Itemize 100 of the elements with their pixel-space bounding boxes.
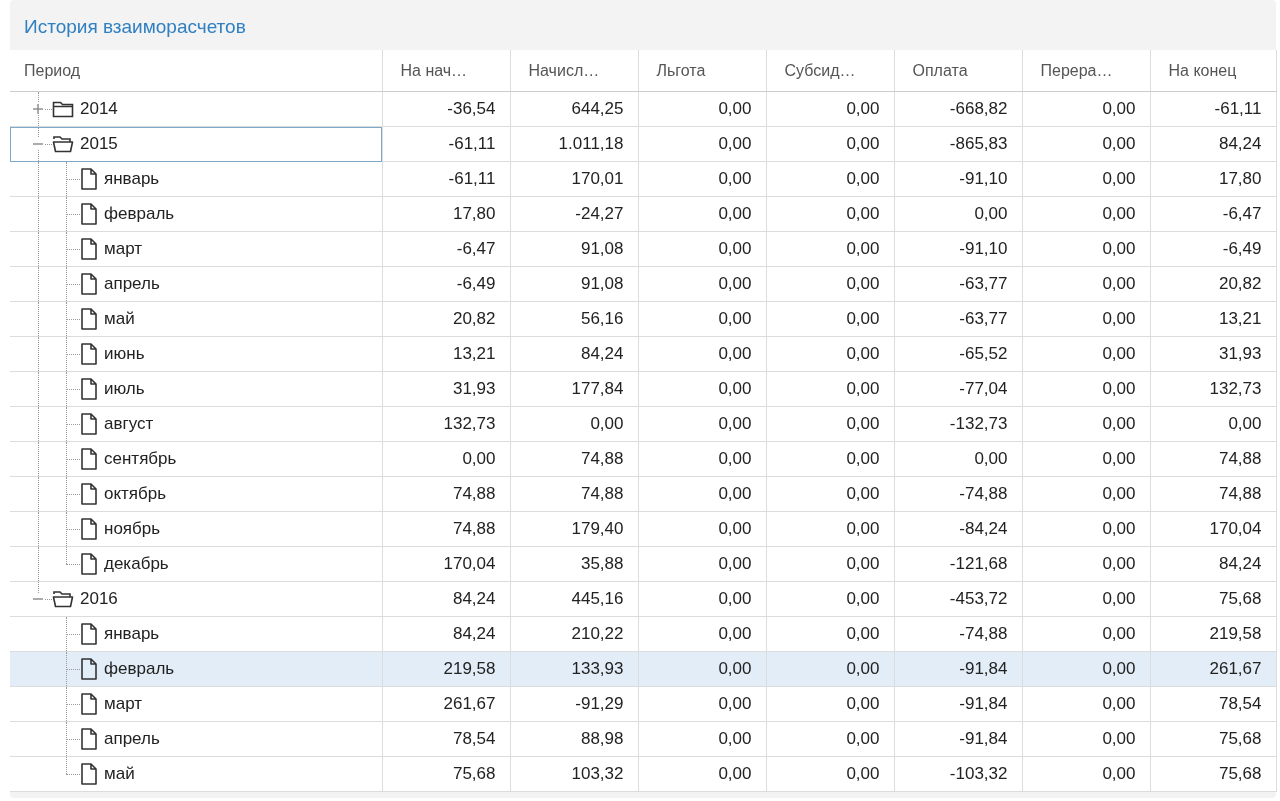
column-header[interactable]: На нач… xyxy=(382,50,510,92)
tree-cell[interactable]: 2014 xyxy=(10,91,382,127)
table-cell: 0,00 xyxy=(638,511,766,547)
tree-cell[interactable]: февраль xyxy=(10,651,382,687)
table-cell: 0,00 xyxy=(766,301,894,337)
tree-cell[interactable]: сентябрь xyxy=(10,441,382,477)
table-cell: 75,68 xyxy=(1150,756,1276,792)
table-row[interactable]: январь -61,11 170,01 0,00 0,00 -91,10 0,00 17,80 xyxy=(10,161,1276,197)
table-cell: -6,47 xyxy=(1150,196,1276,232)
table-cell: 0,00 xyxy=(1022,581,1150,617)
table-cell: 132,73 xyxy=(1150,371,1276,407)
table-cell: -74,88 xyxy=(894,616,1022,652)
table-cell: -91,29 xyxy=(510,686,638,722)
table-row[interactable]: июнь 13,21 84,24 0,00 0,00 -65,52 0,00 31,93 xyxy=(10,336,1276,372)
table-row[interactable]: январь 84,24 210,22 0,00 0,00 -74,88 0,00 219,58 xyxy=(10,616,1276,652)
table-row[interactable]: 2016 84,24 445,16 0,00 0,00 -453,72 0,00 75,68 xyxy=(10,581,1276,617)
column-header[interactable]: На конец xyxy=(1150,50,1276,92)
table-row[interactable]: 2015 -61,11 1.011,18 0,00 0,00 -865,83 0,00 84,24 xyxy=(10,126,1276,162)
tree-cell[interactable]: апрель xyxy=(10,266,382,302)
tree-cell[interactable]: ноябрь xyxy=(10,511,382,547)
document-icon xyxy=(80,308,98,330)
tree-cell[interactable]: март xyxy=(10,231,382,267)
tree-cell[interactable]: июнь xyxy=(10,336,382,372)
table-cell: -91,84 xyxy=(894,651,1022,687)
tree-cell[interactable]: декабрь xyxy=(10,546,382,582)
table-cell: -84,24 xyxy=(894,511,1022,547)
table-cell: -668,82 xyxy=(894,91,1022,127)
table-cell: 31,93 xyxy=(382,371,510,407)
table-cell: -91,84 xyxy=(894,686,1022,722)
table-row[interactable]: март -6,47 91,08 0,00 0,00 -91,10 0,00 -6,49 xyxy=(10,231,1276,267)
table-cell: 0,00 xyxy=(766,651,894,687)
table-row[interactable]: 2014 -36,54 644,25 0,00 0,00 -668,82 0,00 -61,11 xyxy=(10,91,1276,127)
period-label: февраль xyxy=(104,204,175,224)
table-row[interactable]: февраль 219,58 133,93 0,00 0,00 -91,84 0,00 261,67 xyxy=(10,651,1276,687)
table-cell: 0,00 xyxy=(1022,126,1150,162)
table-cell: 0,00 xyxy=(766,371,894,407)
tree-cell[interactable]: апрель xyxy=(10,721,382,757)
table-row[interactable]: май 75,68 103,32 0,00 0,00 -103,32 0,00 75,68 xyxy=(10,756,1276,792)
table-cell: 0,00 xyxy=(1022,301,1150,337)
document-icon xyxy=(80,168,98,190)
table-cell: 0,00 xyxy=(638,126,766,162)
tree-cell[interactable]: май xyxy=(10,301,382,337)
tree-cell[interactable]: февраль xyxy=(10,196,382,232)
column-header[interactable]: Начисл… xyxy=(510,50,638,92)
table-row[interactable]: июль 31,93 177,84 0,00 0,00 -77,04 0,00 132,73 xyxy=(10,371,1276,407)
tree-cell[interactable]: март xyxy=(10,686,382,722)
tree-cell[interactable]: 2016 xyxy=(10,581,382,617)
table-row[interactable]: апрель -6,49 91,08 0,00 0,00 -63,77 0,00 20,82 xyxy=(10,266,1276,302)
table-cell: 75,68 xyxy=(1150,721,1276,757)
table-cell: 13,21 xyxy=(1150,301,1276,337)
table-cell: 0,00 xyxy=(1022,91,1150,127)
period-label: октябрь xyxy=(104,484,167,504)
table-cell: 0,00 xyxy=(638,616,766,652)
document-icon xyxy=(80,378,98,400)
period-label: 2015 xyxy=(80,134,118,154)
column-header[interactable]: Субсид… xyxy=(766,50,894,92)
table-cell: 0,00 xyxy=(766,196,894,232)
table-row[interactable]: март 261,67 -91,29 0,00 0,00 -91,84 0,00 78,54 xyxy=(10,686,1276,722)
tree-cell[interactable]: май xyxy=(10,756,382,792)
table-row[interactable]: октябрь 74,88 74,88 0,00 0,00 -74,88 0,00 74,88 xyxy=(10,476,1276,512)
table-cell: 0,00 xyxy=(766,266,894,302)
column-header[interactable]: Период xyxy=(10,50,382,92)
table-cell: 0,00 xyxy=(766,756,894,792)
table-row[interactable]: май 20,82 56,16 0,00 0,00 -63,77 0,00 13,21 xyxy=(10,301,1276,337)
table-cell: 0,00 xyxy=(638,371,766,407)
tree-cell[interactable]: август xyxy=(10,406,382,442)
table-row[interactable]: декабрь 170,04 35,88 0,00 0,00 -121,68 0,00 84,24 xyxy=(10,546,1276,582)
table-cell: 0,00 xyxy=(638,266,766,302)
column-header[interactable]: Льгота xyxy=(638,50,766,92)
document-icon xyxy=(80,623,98,645)
table-row[interactable]: август 132,73 0,00 0,00 0,00 -132,73 0,00 0,00 xyxy=(10,406,1276,442)
tree-cell[interactable]: 2015 xyxy=(10,126,382,162)
column-header[interactable]: Оплата xyxy=(894,50,1022,92)
table-cell: 91,08 xyxy=(510,231,638,267)
period-label: ноябрь xyxy=(104,519,161,539)
tree-cell[interactable]: июль xyxy=(10,371,382,407)
column-header[interactable]: Перера… xyxy=(1022,50,1150,92)
table-cell: 84,24 xyxy=(382,581,510,617)
document-icon xyxy=(80,658,98,680)
table-cell: -453,72 xyxy=(894,581,1022,617)
table-row[interactable]: апрель 78,54 88,98 0,00 0,00 -91,84 0,00 75,68 xyxy=(10,721,1276,757)
table-row[interactable]: февраль 17,80 -24,27 0,00 0,00 0,00 0,00 -6,47 xyxy=(10,196,1276,232)
table-row[interactable]: ноябрь 74,88 179,40 0,00 0,00 -84,24 0,00 170,04 xyxy=(10,511,1276,547)
tree-cell[interactable]: октябрь xyxy=(10,476,382,512)
table-cell: 78,54 xyxy=(1150,686,1276,722)
table-cell: 17,80 xyxy=(382,196,510,232)
table-cell: 0,00 xyxy=(638,686,766,722)
table-cell: -103,32 xyxy=(894,756,1022,792)
table-cell: 74,88 xyxy=(1150,441,1276,477)
table-cell: 0,00 xyxy=(1022,406,1150,442)
table-cell: 0,00 xyxy=(638,651,766,687)
document-icon xyxy=(80,273,98,295)
document-icon xyxy=(80,448,98,470)
tree-cell[interactable]: январь xyxy=(10,161,382,197)
tree-cell[interactable]: январь xyxy=(10,616,382,652)
table-row[interactable]: сентябрь 0,00 74,88 0,00 0,00 0,00 0,00 74,88 xyxy=(10,441,1276,477)
table-cell: 170,04 xyxy=(1150,511,1276,547)
period-label: 2016 xyxy=(80,589,118,609)
panel-title: История взаиморасчетов xyxy=(23,15,247,39)
table-cell: 0,00 xyxy=(894,196,1022,232)
